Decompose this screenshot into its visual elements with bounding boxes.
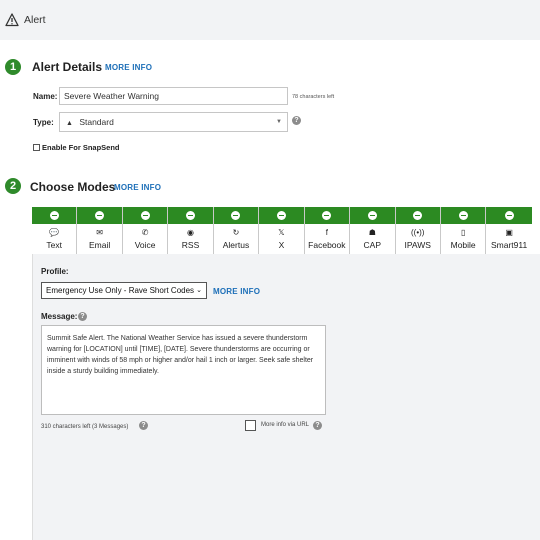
mode-selected-bar	[259, 207, 304, 224]
name-chars-left: 78 characters left	[292, 94, 335, 100]
minus-circle-icon[interactable]	[458, 211, 468, 220]
minus-circle-icon[interactable]	[49, 211, 59, 220]
mode-selected-bar	[168, 207, 213, 224]
mode-tab-facebook[interactable]: f Facebook	[304, 207, 351, 254]
alert-details-more-info-link[interactable]: MORE INFO	[105, 63, 152, 72]
mode-selected-bar	[77, 207, 122, 224]
page-title: Alert	[24, 14, 46, 26]
modes-tab-bar: 💬 Text ✉ Email ✆ Voice ◉ RSS ↻ Alertus 𝕏 Xf Facebook…	[32, 207, 532, 259]
mode-selected-bar	[304, 207, 350, 224]
url-help-icon[interactable]: ?	[313, 421, 322, 430]
minus-circle-icon[interactable]	[413, 211, 423, 220]
choose-modes-more-info-link[interactable]: MORE INFO	[114, 183, 161, 192]
mode-selected-bar	[440, 207, 486, 224]
facebook-icon: f	[325, 228, 328, 237]
step-2-badge: 2	[5, 178, 21, 194]
envelope-icon: ✉	[96, 228, 103, 237]
mode-tab-x[interactable]: 𝕏X	[259, 207, 305, 254]
mode-label: Voice	[134, 240, 156, 250]
cap-icon: ☗	[368, 228, 376, 237]
chevron-down-icon: ▼	[276, 119, 282, 125]
alert-details-heading: Alert Details	[32, 60, 103, 74]
type-label: Type:	[33, 118, 54, 127]
mobile-icon: ▯	[460, 228, 466, 237]
phone-icon: ✆	[141, 228, 149, 237]
profile-select[interactable]: Emergency Use Only - Rave Short Codes ⌄	[41, 282, 207, 299]
speech-bubble-icon: 💬	[49, 228, 60, 237]
mode-tab-ipaws[interactable]: ((•)) IPAWS	[395, 207, 441, 254]
profile-select-value: Emergency Use Only - Rave Short Codes	[46, 286, 195, 295]
mode-label: CAP	[363, 240, 382, 250]
broadcast-icon: ((•))	[410, 228, 425, 237]
name-input[interactable]: Severe Weather Warning	[59, 87, 288, 105]
x-logo-icon: 𝕏	[278, 228, 285, 237]
warning-icon	[5, 13, 19, 27]
step-1-badge: 1	[5, 59, 21, 75]
profile-label: Profile:	[41, 267, 69, 276]
minus-circle-icon[interactable]	[322, 211, 332, 220]
mode-tab-alertus[interactable]: ↻ Alertus	[213, 207, 260, 254]
minus-circle-icon[interactable]	[140, 211, 150, 220]
name-label: Name:	[33, 92, 58, 101]
smart911-icon: ▣	[505, 228, 513, 237]
mode-label: Email	[89, 240, 111, 250]
mode-selected-bar	[122, 207, 168, 224]
mode-label: Mobile	[450, 240, 476, 250]
more-info-url-checkbox[interactable]	[245, 420, 256, 431]
more-info-url-label: More info via URL	[261, 422, 310, 428]
chevron-down-icon: ⌄	[196, 287, 202, 294]
top-bar: Alert	[0, 0, 540, 40]
mode-selected-bar	[32, 207, 77, 224]
minus-circle-icon[interactable]	[186, 211, 196, 220]
message-chars-left: 310 characters left (3 Messages)	[41, 424, 129, 430]
minus-circle-icon[interactable]	[95, 211, 105, 220]
message-textarea[interactable]: Summit Safe Alert. The National Weather …	[41, 325, 326, 415]
rss-icon: ◉	[187, 228, 195, 237]
mode-label: Smart911	[490, 240, 528, 250]
mode-label: Text	[46, 240, 63, 250]
snapsend-label: Enable For SnapSend	[42, 143, 120, 152]
snapsend-checkbox[interactable]	[33, 144, 40, 151]
type-help-icon[interactable]: ?	[292, 116, 301, 125]
minus-circle-icon[interactable]	[367, 211, 377, 220]
minus-circle-icon[interactable]	[276, 211, 286, 220]
mode-label: Alertus	[222, 240, 250, 250]
minus-circle-icon[interactable]	[231, 211, 241, 220]
mode-tab-mobile[interactable]: ▯ Mobile	[440, 207, 487, 254]
mode-label: IPAWS	[404, 240, 431, 250]
profile-more-info-link[interactable]: MORE INFO	[213, 287, 260, 296]
mode-label: RSS	[181, 240, 200, 250]
mode-tab-smart911[interactable]: ▣ Smart911	[486, 207, 532, 254]
type-select[interactable]: ▲ Standard ▼	[59, 112, 288, 132]
message-help-icon[interactable]: ?	[78, 312, 87, 321]
mode-selected-bar	[395, 207, 440, 224]
minus-circle-icon[interactable]	[504, 211, 514, 220]
alertus-icon: ↻	[232, 228, 240, 237]
type-select-value: Standard	[79, 117, 114, 127]
mode-label: X	[278, 240, 285, 250]
mode-selected-bar	[350, 207, 395, 224]
choose-modes-heading: Choose Modes	[30, 180, 116, 194]
mode-tab-rss[interactable]: ◉ RSS	[168, 207, 214, 254]
mode-tab-email[interactable]: ✉ Email	[77, 207, 123, 254]
mode-selected-bar	[213, 207, 259, 224]
mode-tab-text[interactable]: 💬 Text	[32, 207, 78, 259]
message-label: Message:	[41, 312, 78, 321]
chars-help-icon[interactable]: ?	[139, 421, 148, 430]
mode-tab-cap[interactable]: ☗ CAP	[350, 207, 396, 254]
mode-label: Facebook	[308, 240, 346, 250]
mode-selected-bar	[486, 207, 532, 224]
standard-icon: ▲	[66, 120, 73, 127]
mode-tab-voice[interactable]: ✆ Voice	[122, 207, 169, 254]
